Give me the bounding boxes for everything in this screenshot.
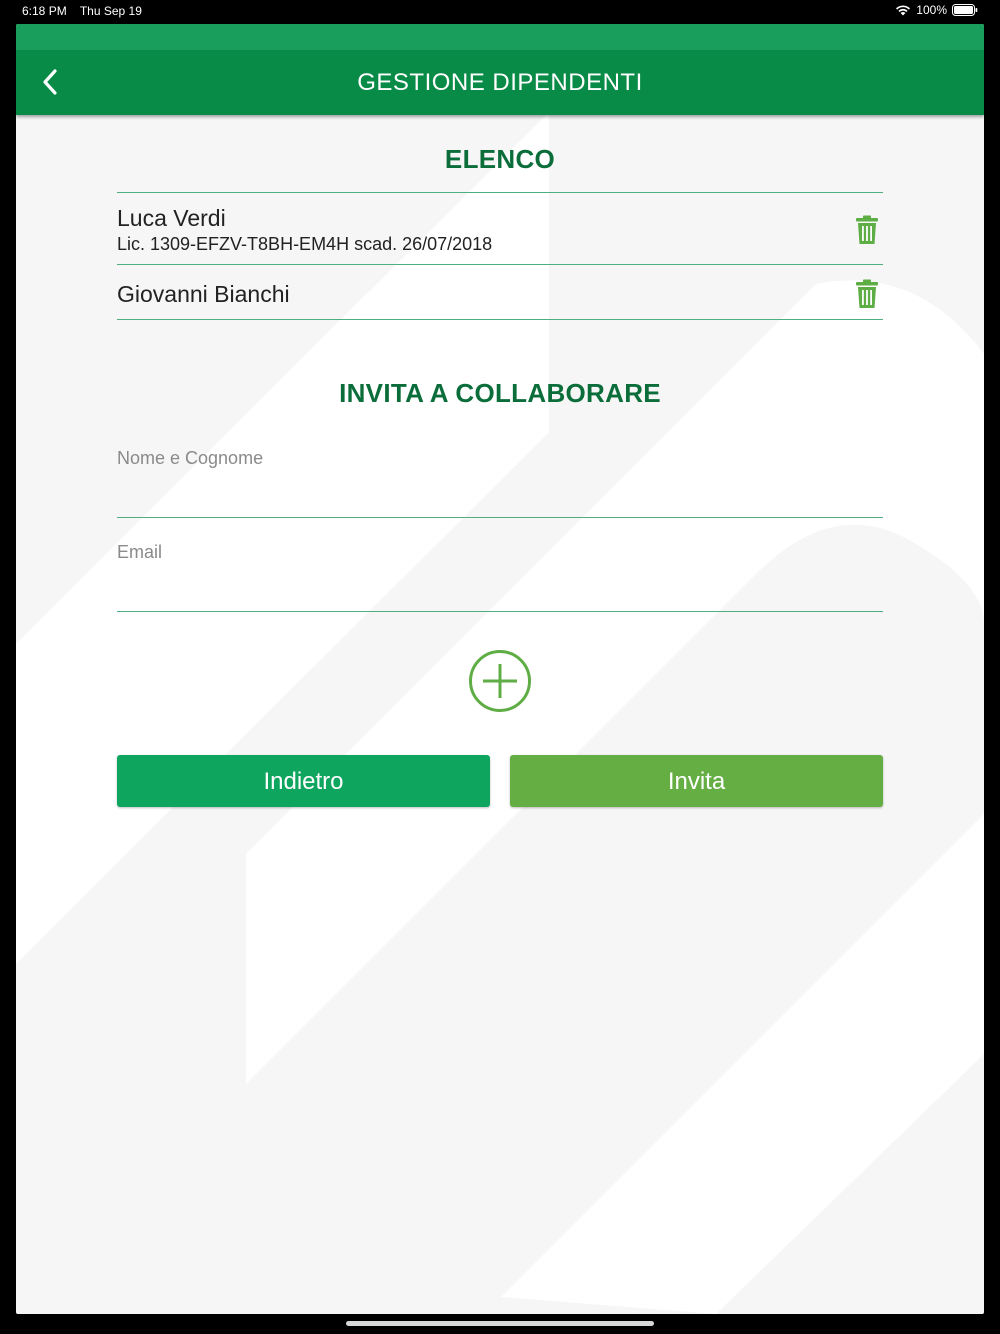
status-right: 100%	[895, 3, 978, 17]
email-field-label: Email	[117, 542, 163, 562]
home-indicator[interactable]	[346, 1321, 654, 1326]
list-section-title: ELENCO	[444, 144, 556, 174]
page-title: GESTIONE DIPENDENTI	[357, 69, 643, 96]
wifi-icon	[895, 4, 911, 16]
name-field: Nome e Cognome	[117, 448, 883, 518]
email-field: Email	[117, 542, 883, 612]
list-item[interactable]: Luca Verdi Lic. 1309-EFZV-T8BH-EM4H scad…	[117, 193, 883, 265]
employee-name: Luca Verdi	[117, 205, 226, 231]
delete-button[interactable]	[855, 279, 879, 309]
plus-circle-icon	[469, 650, 531, 712]
status-bar: 6:18 PM Thu Sep 19 100%	[0, 0, 1000, 24]
add-collaborator-button[interactable]	[468, 649, 532, 713]
name-field-label: Nome e Cognome	[117, 448, 264, 468]
invita-button[interactable]: Invita	[510, 755, 883, 807]
employee-name: Giovanni Bianchi	[117, 281, 290, 307]
invite-section-title: INVITA A COLLABORARE	[339, 378, 661, 408]
battery-icon	[952, 4, 978, 16]
employee-list: Luca Verdi Lic. 1309-EFZV-T8BH-EM4H scad…	[117, 192, 883, 320]
battery-percent: 100%	[916, 3, 947, 17]
status-time: 6:18 PM	[22, 4, 67, 18]
app-window: GESTIONE DIPENDENTI ELENCO Luca Verdi Li…	[16, 24, 984, 1314]
trash-icon	[856, 279, 878, 308]
email-input[interactable]	[117, 579, 883, 609]
header-top-bar	[16, 24, 984, 50]
list-item[interactable]: Giovanni Bianchi	[117, 265, 883, 320]
delete-button[interactable]	[855, 215, 879, 245]
indietro-button[interactable]: Indietro	[117, 755, 490, 807]
status-left: 6:18 PM Thu Sep 19	[22, 4, 152, 18]
employee-license: Lic. 1309-EFZV-T8BH-EM4H scad. 26/07/201…	[117, 234, 493, 254]
app-header: GESTIONE DIPENDENTI	[16, 50, 984, 115]
trash-icon	[856, 215, 878, 244]
name-input[interactable]	[117, 485, 883, 515]
status-date: Thu Sep 19	[79, 4, 142, 18]
